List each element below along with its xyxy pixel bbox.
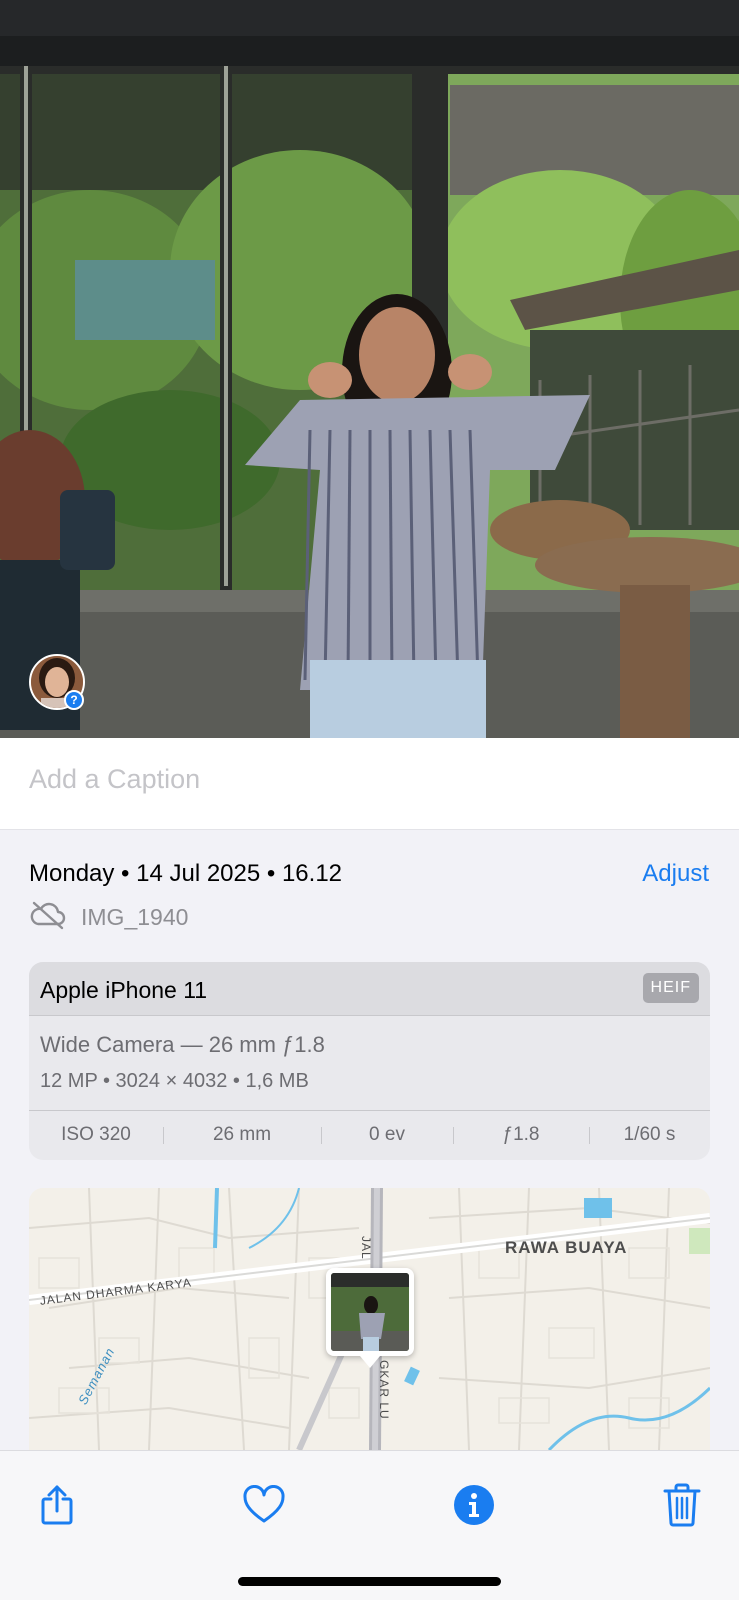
map-photo-pin[interactable]	[326, 1268, 414, 1368]
info-icon	[453, 1484, 495, 1531]
pin-photo-thumbnail	[331, 1273, 409, 1351]
unconfirmed-person-badge[interactable]: ?	[64, 690, 84, 710]
photo-image	[0, 0, 739, 738]
filename-label: IMG_1940	[81, 903, 189, 930]
heart-icon	[242, 1484, 286, 1530]
caption-field[interactable]	[29, 764, 709, 795]
exif-iso: ISO 320	[61, 1124, 131, 1145]
exif-shutter-speed: 1/60 s	[589, 1124, 710, 1146]
exif-row: ISO 320 26 mm 0 ev ƒ1.8 1/60 s	[29, 1111, 710, 1159]
map-label-vertical-top: JAL	[359, 1236, 373, 1260]
map-label-vertical-bottom: GKAR LU	[377, 1360, 391, 1420]
camera-details: Wide Camera — 26 mm ƒ1.8 12 MP • 3024 × …	[29, 1016, 710, 1111]
caption-section	[0, 738, 739, 830]
date-time-label: Monday • 14 Jul 2025 • 16.12	[29, 860, 343, 887]
camera-model: Apple iPhone 11	[40, 977, 208, 1003]
delete-button[interactable]	[654, 1479, 710, 1535]
bottom-toolbar	[0, 1450, 739, 1600]
share-button[interactable]	[29, 1479, 85, 1535]
photo-view[interactable]: ?	[0, 0, 739, 738]
info-button[interactable]	[446, 1479, 502, 1535]
adjust-date-button[interactable]: Adjust	[642, 860, 709, 888]
exif-focal-length: 26 mm	[163, 1124, 321, 1146]
cloud-slash-icon	[29, 900, 67, 935]
share-icon	[37, 1483, 77, 1532]
camera-header: Apple iPhone 11 HEIF	[29, 962, 710, 1016]
home-indicator[interactable]	[238, 1577, 501, 1586]
camera-info-card: Apple iPhone 11 HEIF Wide Camera — 26 mm…	[29, 962, 710, 1160]
favorite-button[interactable]	[236, 1479, 292, 1535]
trash-icon	[663, 1483, 701, 1532]
filename-row: IMG_1940	[29, 900, 188, 934]
exif-aperture: ƒ1.8	[453, 1124, 589, 1146]
format-badge: HEIF	[642, 973, 699, 1003]
image-specs: 12 MP • 3024 × 4032 • 1,6 MB	[40, 1070, 309, 1092]
location-map[interactable]: RAWA BUAYA JALAN DHARMA KARYA Semanan JA…	[29, 1188, 710, 1450]
exif-exposure-value: 0 ev	[321, 1124, 453, 1146]
lens-info: Wide Camera — 26 mm ƒ1.8	[40, 1032, 325, 1057]
map-label-district: RAWA BUAYA	[505, 1238, 628, 1257]
photo-info-screen: ? Monday • 14 Jul 2025 • 16.12 Adjust IM…	[0, 0, 739, 1600]
